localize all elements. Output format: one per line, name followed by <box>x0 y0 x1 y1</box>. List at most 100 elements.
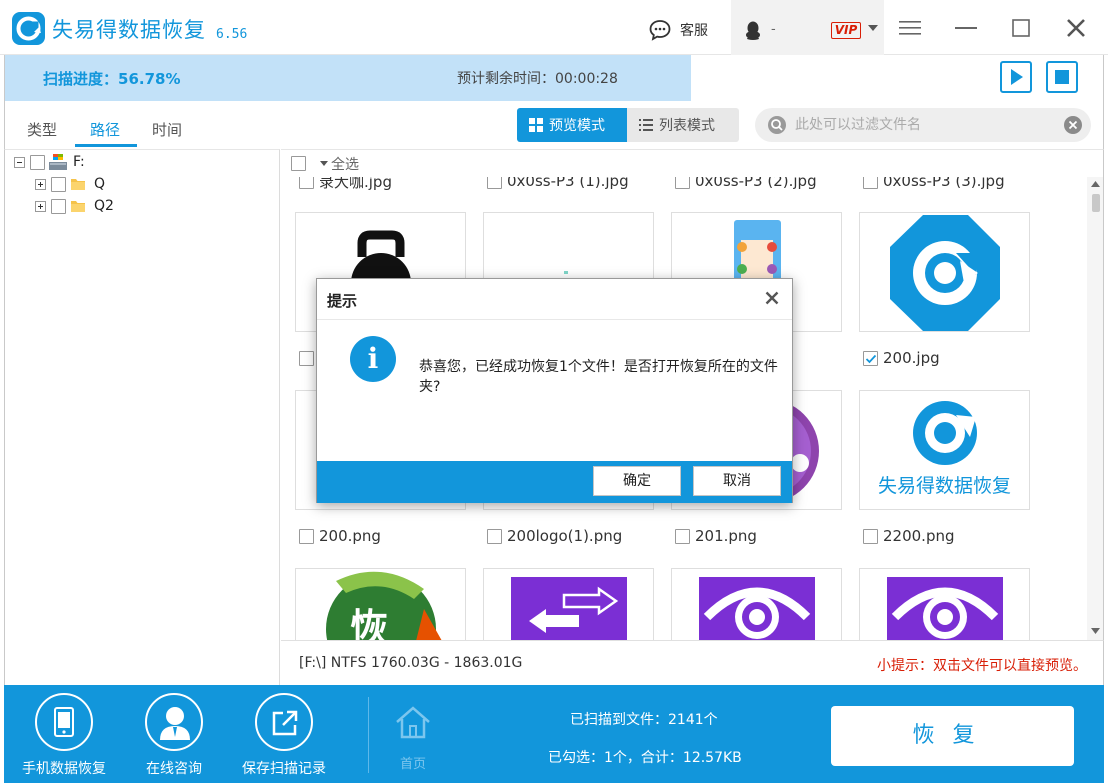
stop-scan-button[interactable] <box>1046 61 1078 93</box>
file-thumbnail[interactable] <box>483 568 654 640</box>
scroll-thumb[interactable] <box>1092 194 1100 212</box>
dialog-divider <box>317 319 792 320</box>
scan-progress-bar: 扫描进度：56.78% 预计剩余时间：00:00:28 <box>4 55 1104 101</box>
tree-checkbox[interactable] <box>30 154 45 170</box>
tab-type[interactable]: 类型 <box>27 119 57 140</box>
filter-box <box>755 108 1091 142</box>
collapse-toggle[interactable] <box>14 156 25 168</box>
file-thumbnail[interactable]: 失易得数据恢复 <box>859 390 1030 510</box>
online-consult-label: 在线咨询 <box>146 761 202 777</box>
maximize-button[interactable] <box>1009 16 1033 40</box>
minimize-button[interactable] <box>954 16 978 40</box>
save-scan-record-button[interactable]: 保存扫描记录 <box>232 693 336 778</box>
qq-penguin-icon <box>746 21 760 40</box>
app-version: 6.56 <box>216 27 248 42</box>
list-mode-button[interactable]: 列表模式 <box>627 108 739 142</box>
file-thumbnail[interactable] <box>671 568 842 640</box>
file-item[interactable]: 录大咖.jpg <box>299 177 392 191</box>
brand-logo-image-icon <box>913 401 977 465</box>
minimize-icon <box>955 27 977 29</box>
preview-tip: 小提示：双击文件可以直接预览。 <box>877 658 1087 674</box>
file-thumbnail[interactable] <box>859 212 1030 332</box>
phone-icon <box>54 707 74 737</box>
play-icon <box>1011 69 1023 85</box>
home-button[interactable]: 首页 <box>389 705 437 772</box>
online-consult-button[interactable]: 在线咨询 <box>122 693 226 778</box>
file-thumbnail[interactable] <box>859 568 1030 640</box>
dialog-title: 提示 <box>327 292 358 310</box>
user-area[interactable]: - VIP <box>731 0 884 55</box>
resume-scan-button[interactable] <box>1000 61 1032 93</box>
select-dropdown-icon[interactable] <box>320 161 328 166</box>
filter-input[interactable] <box>795 114 1055 136</box>
close-button[interactable] <box>1064 16 1088 40</box>
file-checkbox-checked[interactable] <box>863 350 878 366</box>
user-avatar-icon <box>160 707 190 740</box>
tree-node-root[interactable]: F: <box>14 153 85 171</box>
tree-label-q2: Q2 <box>94 198 114 214</box>
file-item-selected[interactable]: 200.jpg <box>863 348 940 368</box>
tree-checkbox[interactable] <box>51 176 66 192</box>
file-thumbnail[interactable]: 恢 <box>295 568 466 640</box>
tree-node-q[interactable]: Q <box>35 175 105 193</box>
user-name: - <box>771 22 776 37</box>
app-title: 失易得数据恢复 <box>52 18 206 42</box>
clear-filter-icon[interactable] <box>1063 115 1083 135</box>
drive-icon <box>49 154 67 170</box>
file-item[interactable]: 0x0ss-P3 (1).jpg <box>487 177 629 191</box>
tab-time[interactable]: 时间 <box>152 119 182 140</box>
select-all-checkbox[interactable] <box>291 156 306 171</box>
vip-badge[interactable]: VIP <box>831 22 861 39</box>
ok-button[interactable]: 确定 <box>593 466 681 496</box>
file-item[interactable]: 200logo(1).png <box>487 526 622 546</box>
hamburger-menu-icon <box>899 21 921 35</box>
recovery-success-dialog: 提示 i 恭喜您，已经成功恢复1个文件！是否打开恢复所在的文件夹? 确定 取消 <box>316 278 793 503</box>
file-item[interactable]: 2200.png <box>863 526 955 546</box>
menu-button[interactable] <box>898 16 922 40</box>
app-logo-image-icon <box>890 215 1000 331</box>
save-scan-record-label: 保存扫描记录 <box>242 761 326 777</box>
home-icon <box>396 706 430 739</box>
brand-text: 失易得数据恢复 <box>877 475 1011 497</box>
view-tabs-row: 类型 路径 时间 预览模式 列表模式 <box>4 101 1104 149</box>
file-item[interactable]: 0x0ss-P3 (3).jpg <box>863 177 1005 191</box>
file-item[interactable]: 0x0ss-P3 (2).jpg <box>675 177 817 191</box>
eye-image-icon <box>887 577 1003 640</box>
cancel-button[interactable]: 取消 <box>693 466 781 496</box>
support-button[interactable]: 客服 <box>648 18 708 42</box>
folder-icon <box>71 179 85 190</box>
scroll-up-icon[interactable] <box>1091 181 1100 187</box>
recover-button[interactable]: 恢复 <box>831 706 1074 766</box>
dialog-close-button[interactable] <box>764 290 780 306</box>
list-mode-label: 列表模式 <box>659 118 715 134</box>
purple-arrows-image-icon <box>511 577 627 640</box>
grid-scrollbar[interactable] <box>1087 177 1103 640</box>
status-row: [F:\] NTFS 1760.03G - 1863.01G 小提示：双击文件可… <box>281 640 1104 685</box>
support-label: 客服 <box>680 23 708 39</box>
tab-path[interactable]: 路径 <box>90 119 120 140</box>
app-logo-icon <box>12 12 45 45</box>
mobile-recovery-button[interactable]: 手机数据恢复 <box>12 693 116 778</box>
dialog-footer: 确定 取消 <box>317 461 792 503</box>
list-icon <box>639 119 653 131</box>
export-icon <box>272 710 298 736</box>
preview-mode-button[interactable]: 预览模式 <box>517 108 627 142</box>
preview-mode-label: 预览模式 <box>549 118 605 134</box>
grid-icon <box>529 118 543 132</box>
disk-info: [F:\] NTFS 1760.03G - 1863.01G <box>299 655 523 671</box>
expand-toggle[interactable] <box>35 178 46 190</box>
file-item[interactable]: 200.png <box>299 526 381 546</box>
select-all-label: 全选 <box>331 157 359 173</box>
expand-toggle[interactable] <box>35 200 46 212</box>
tree-checkbox[interactable] <box>51 198 66 214</box>
scroll-down-icon[interactable] <box>1091 628 1100 634</box>
maximize-icon <box>1012 19 1030 37</box>
active-tab-indicator <box>75 144 137 147</box>
tree-node-q2[interactable]: Q2 <box>35 197 114 215</box>
file-item[interactable]: 201.png <box>675 526 757 546</box>
eye-image-icon <box>699 577 815 640</box>
tree-label-root: F: <box>73 154 85 170</box>
bottom-bar: 手机数据恢复 在线咨询 保存扫描记录 首页 已扫描到文件：2141个 已勾选：1… <box>4 685 1104 783</box>
vip-dropdown-icon[interactable] <box>868 25 878 31</box>
scanned-file-count: 已扫描到文件：2141个 <box>570 712 718 728</box>
